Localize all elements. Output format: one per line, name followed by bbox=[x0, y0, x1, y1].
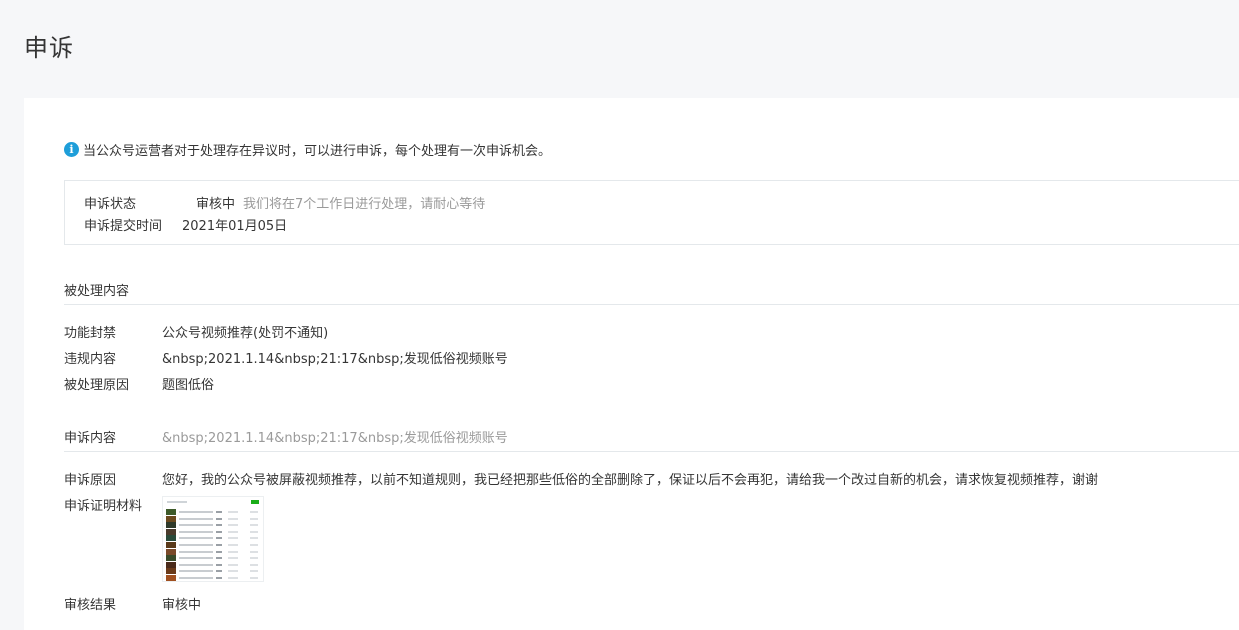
appeal-reason-row: 申诉原因 您好，我的公众号被屏蔽视频推荐，以前不知道规则，我已经把那些低俗的全部… bbox=[64, 469, 1098, 488]
processed-section-title: 被处理内容 bbox=[64, 284, 130, 299]
thumb-row bbox=[166, 575, 258, 581]
submit-time-row: 申诉提交时间 2021年01月05日 bbox=[84, 215, 287, 234]
appeal-content-label: 申诉内容 bbox=[64, 431, 117, 446]
review-result-row: 审核结果 审核中 bbox=[64, 594, 201, 613]
appeal-reason-label: 申诉原因 bbox=[64, 473, 117, 488]
notice-text: 当公众号运营者对于处理存在异议时，可以进行申诉，每个处理有一次申诉机会。 bbox=[83, 144, 552, 159]
review-result-label: 审核结果 bbox=[64, 598, 117, 613]
appeal-card: i 当公众号运营者对于处理存在异议时，可以进行申诉，每个处理有一次申诉机会。 申… bbox=[24, 98, 1239, 630]
appeal-reason-value: 您好，我的公众号被屏蔽视频推荐，以前不知道规则，我已经把那些低俗的全部删除了，保… bbox=[162, 473, 1099, 488]
kv-label: 被处理原因 bbox=[64, 378, 130, 393]
kv-value: &nbsp;2021.1.14&nbsp;21:17&nbsp;发现低俗视频账号 bbox=[162, 352, 508, 367]
evidence-row: 申诉证明材料 bbox=[64, 495, 162, 514]
status-box: 申诉状态 审核中 我们将在7个工作日进行处理，请耐心等待 申诉提交时间 2021… bbox=[64, 180, 1239, 245]
kv-value: 公众号视频推荐(处罚不通知) bbox=[162, 326, 329, 341]
thumb-button bbox=[251, 500, 259, 504]
info-circle-icon: i bbox=[64, 142, 79, 157]
kv-label: 功能封禁 bbox=[64, 326, 117, 341]
status-value: 审核中 bbox=[196, 197, 236, 212]
kv-value: 题图低俗 bbox=[162, 378, 215, 393]
submit-time-label: 申诉提交时间 bbox=[84, 219, 163, 234]
status-row: 申诉状态 审核中 我们将在7个工作日进行处理，请耐心等待 bbox=[84, 193, 485, 212]
kv-label: 违规内容 bbox=[64, 352, 117, 367]
evidence-label: 申诉证明材料 bbox=[64, 499, 143, 514]
thumb-header bbox=[167, 501, 187, 503]
kv-row-violation: 违规内容 &nbsp;2021.1.14&nbsp;21:17&nbsp;发现低… bbox=[64, 348, 508, 367]
divider bbox=[64, 451, 1239, 452]
appeal-content-row: 申诉内容 &nbsp;2021.1.14&nbsp;21:17&nbsp;发现低… bbox=[64, 427, 508, 446]
status-hint: 我们将在7个工作日进行处理，请耐心等待 bbox=[243, 197, 486, 212]
submit-time-value: 2021年01月05日 bbox=[182, 219, 288, 234]
kv-row-reason: 被处理原因 题图低俗 bbox=[64, 374, 214, 393]
appeal-content-value: &nbsp;2021.1.14&nbsp;21:17&nbsp;发现低俗视频账号 bbox=[162, 431, 508, 446]
divider bbox=[64, 304, 1239, 305]
review-result-value: 审核中 bbox=[162, 598, 202, 613]
status-label: 申诉状态 bbox=[84, 197, 137, 212]
evidence-thumbnail[interactable] bbox=[162, 496, 264, 582]
page-title: 申诉 bbox=[24, 34, 74, 62]
kv-row-ban: 功能封禁 公众号视频推荐(处罚不通知) bbox=[64, 322, 328, 341]
notice: i 当公众号运营者对于处理存在异议时，可以进行申诉，每个处理有一次申诉机会。 bbox=[64, 140, 551, 159]
